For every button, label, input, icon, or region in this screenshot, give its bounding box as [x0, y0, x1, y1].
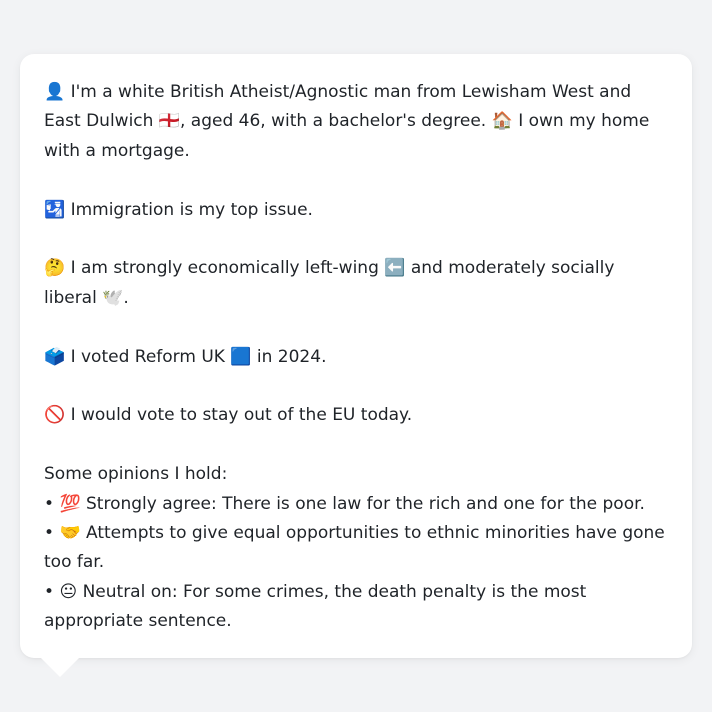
handshake-icon: 🤝 — [59, 523, 81, 544]
political-position-line: 🤔 I am strongly economically left-wing ⬅… — [44, 254, 668, 313]
list-item: • 😐 Neutral on: For some crimes, the dea… — [44, 578, 668, 637]
bullet: • — [44, 581, 60, 602]
opinion-text: Neutral on: For some crimes, the death p… — [44, 581, 587, 632]
bubble-tail — [40, 657, 80, 677]
hundred-points-icon: 💯 — [59, 493, 81, 514]
bullet: • — [44, 523, 60, 544]
vote-year-text: in 2024. — [251, 346, 327, 367]
profile-age-education: , aged 46, with a bachelor's degree. — [180, 111, 492, 132]
neutral-face-icon: 😐 — [59, 581, 78, 602]
person-icon: 👤 — [44, 82, 66, 102]
blue-square-icon: 🟦 — [230, 346, 252, 367]
thinking-face-icon: 🤔 — [44, 258, 66, 279]
bullet: • — [44, 493, 60, 514]
house-icon: 🏠 — [491, 111, 513, 132]
passport-control-icon: 🛂 — [44, 199, 66, 220]
dove-icon: 🕊️ — [102, 287, 124, 308]
top-issue-text: Immigration is my top issue. — [65, 199, 313, 220]
list-item: • 💯 Strongly agree: There is one law for… — [44, 490, 668, 519]
ballot-box-icon: 🗳️ — [44, 346, 66, 367]
left-arrow-icon: ⬅️ — [384, 258, 406, 279]
message-bubble: 👤 I'm a white British Atheist/Agnostic m… — [20, 54, 692, 658]
economic-position-text: I am strongly economically left-wing — [65, 258, 385, 279]
opinions-heading: Some opinions I hold: — [44, 464, 228, 485]
position-period: . — [123, 287, 129, 308]
eu-text: I would vote to stay out of the EU today… — [65, 405, 413, 426]
profile-line: 👤 I'm a white British Atheist/Agnostic m… — [44, 78, 668, 166]
vote-text: I voted Reform UK — [65, 346, 231, 367]
england-flag-icon: 🏴󠁧󠁢󠁥󠁮󠁧󠁿 — [158, 111, 180, 132]
list-item: • 🤝 Attempts to give equal opportunities… — [44, 519, 668, 578]
top-issue-line: 🛂 Immigration is my top issue. — [44, 196, 668, 225]
vote-line: 🗳️ I voted Reform UK 🟦 in 2024. — [44, 343, 668, 372]
opinion-text: Strongly agree: There is one law for the… — [80, 493, 645, 514]
prohibited-icon: 🚫 — [44, 405, 66, 426]
opinion-text: Attempts to give equal opportunities to … — [44, 523, 665, 573]
eu-line: 🚫 I would vote to stay out of the EU tod… — [44, 401, 668, 430]
